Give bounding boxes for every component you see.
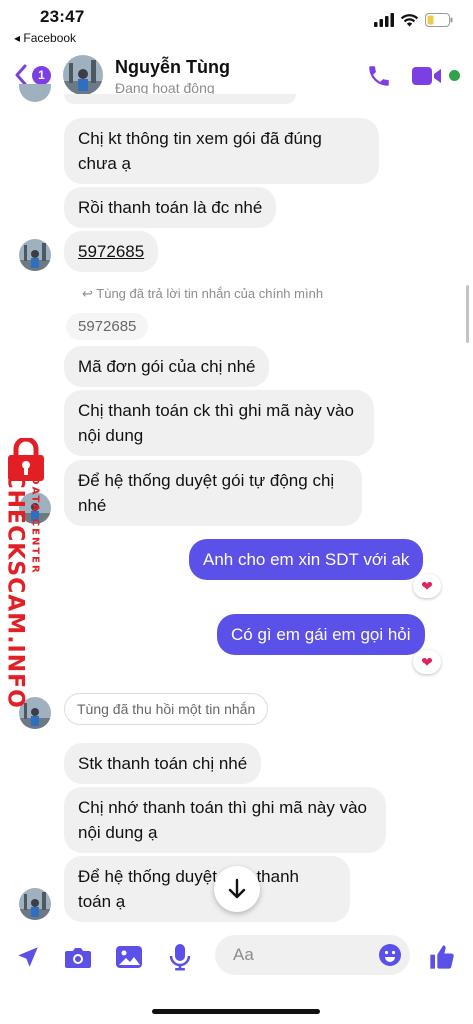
message-bubble[interactable]: Để hệ thống duyệt gói tự động chị nhé [64, 460, 362, 526]
wifi-icon [400, 14, 419, 27]
send-location-icon[interactable] [14, 943, 42, 971]
chat-header: 1 Nguyễn Tùng Đang hoạt động [0, 50, 473, 100]
my-message-bubble[interactable]: Anh cho em xin SDT với ak [189, 539, 424, 580]
video-call-icon[interactable] [411, 64, 443, 88]
thumbs-up-icon[interactable] [428, 943, 456, 971]
message-input-box[interactable] [215, 935, 410, 975]
arrow-down-icon [228, 878, 246, 899]
message-bubble[interactable]: Rồi thanh toán là đc nhé [64, 187, 277, 228]
contact-name: Nguyễn Tùng [115, 57, 230, 77]
reply-note-text: Tùng đã trả lời tin nhắn của chính mình [96, 286, 324, 301]
my-message-bubble[interactable]: Có gì em gái em gọi hỏi [217, 614, 425, 655]
partial-message [64, 94, 296, 104]
watermark-brand: CHECKSCAM.INFO [2, 472, 28, 709]
chevron-left-icon [15, 64, 27, 86]
message-bubble[interactable]: Chị nhớ thanh toán thì ghi mã này vào nộ… [64, 787, 386, 853]
signal-icon [374, 13, 394, 27]
recalled-message-notice: Tùng đã thu hồi một tin nhắn [64, 693, 269, 725]
message-input[interactable] [231, 944, 375, 966]
scrollbar[interactable] [466, 285, 469, 343]
message-bubble[interactable]: Stk thanh toán chị nhé [64, 743, 262, 784]
message-bubble[interactable]: Chị kt thông tin xem gói đã đúng chưa ạ [64, 118, 379, 184]
message-bubble-link[interactable]: 5972685 [64, 231, 159, 272]
contact-avatar[interactable] [63, 55, 103, 95]
emoji-icon[interactable] [378, 943, 402, 967]
message-composer [0, 930, 473, 982]
quoted-message[interactable]: 5972685 [66, 313, 149, 340]
online-indicator [449, 70, 460, 81]
camera-icon[interactable] [64, 943, 92, 971]
message-bubble[interactable]: Mã đơn gói của chị nhé [64, 346, 270, 387]
message-bubble[interactable]: Chị thanh toán ck thì ghi mã này vào nội… [64, 390, 374, 456]
back-to-app-link[interactable]: ◂ Facebook [14, 31, 76, 45]
sender-avatar[interactable] [19, 888, 51, 920]
phone-call-icon[interactable] [366, 63, 392, 89]
heart-reaction-icon[interactable]: ❤ [413, 650, 441, 674]
message-bubble[interactable]: Để hệ thống duyệt đơn thanh toán ạ [64, 856, 350, 922]
status-time: 23:47 [40, 7, 85, 26]
watermark-subtitle: DATA CENTER [29, 476, 41, 575]
sender-avatar[interactable] [19, 239, 51, 271]
status-icons [374, 12, 453, 28]
reply-icon: ↩ [82, 286, 97, 301]
gallery-icon[interactable] [115, 943, 143, 971]
unread-badge: 1 [32, 65, 51, 85]
heart-reaction-icon[interactable]: ❤ [413, 574, 441, 598]
microphone-icon[interactable] [166, 943, 194, 971]
battery-icon [425, 13, 453, 27]
scroll-to-bottom-button[interactable] [214, 866, 260, 912]
reply-note: ↩ Tùng đã trả lời tin nhắn của chính mìn… [82, 286, 323, 302]
home-indicator [152, 1009, 320, 1014]
